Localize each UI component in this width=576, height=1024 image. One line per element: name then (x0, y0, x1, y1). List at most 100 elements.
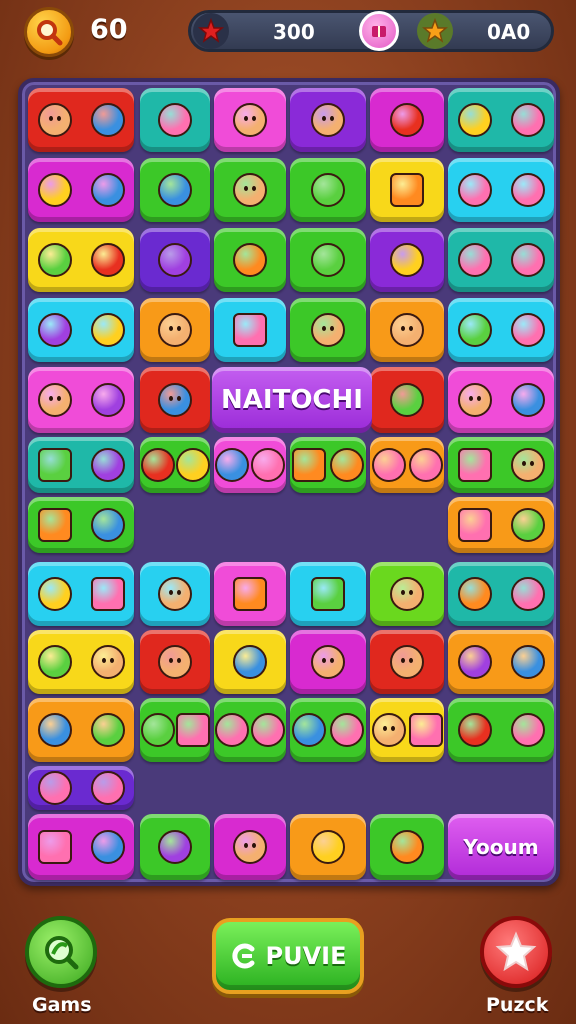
blue-bottle-icon (158, 173, 192, 207)
leaf-icon (457, 313, 492, 347)
swirl-icon (510, 577, 545, 611)
crystal-icon (457, 645, 492, 679)
board-tile[interactable] (214, 814, 286, 880)
games-button[interactable] (25, 916, 97, 988)
board-tile[interactable] (370, 437, 444, 493)
gift-resource-icon[interactable] (359, 11, 399, 51)
block-icon (457, 448, 492, 482)
flower-icon (510, 313, 545, 347)
board-tile[interactable] (214, 158, 286, 222)
board-tile[interactable] (214, 437, 286, 493)
board-tile[interactable] (140, 367, 210, 433)
board-tile[interactable] (448, 228, 554, 292)
board-tile[interactable] (448, 158, 554, 222)
tomato-icon (457, 713, 492, 747)
board-tile[interactable] (140, 437, 210, 493)
board-tile[interactable] (290, 562, 366, 626)
pyramid-icon (311, 173, 345, 207)
board-tile[interactable] (28, 698, 134, 762)
board-tile[interactable] (28, 88, 134, 152)
board-tile[interactable] (290, 437, 366, 493)
board-tile[interactable] (370, 88, 444, 152)
puzzle-button[interactable] (480, 916, 552, 988)
board-tile[interactable] (214, 698, 286, 762)
board-tile[interactable] (28, 562, 134, 626)
board-tile[interactable] (140, 814, 210, 880)
board-tile[interactable] (28, 814, 134, 880)
umbrella-icon (510, 103, 545, 137)
board-tile[interactable] (448, 698, 554, 762)
star-resource-icon (193, 13, 229, 49)
board-tile[interactable] (290, 814, 366, 880)
board-tile[interactable] (370, 698, 444, 762)
board-tile[interactable] (370, 298, 444, 362)
board-tile[interactable] (290, 298, 366, 362)
board-tile[interactable] (28, 158, 134, 222)
board-tile[interactable] (448, 562, 554, 626)
board-tile[interactable] (140, 698, 210, 762)
carrot-icon (233, 243, 267, 277)
eye-icon (292, 713, 326, 747)
board-tile[interactable] (370, 228, 444, 292)
plant-icon (510, 508, 545, 542)
games-icon (45, 936, 79, 970)
fox-face-icon (311, 103, 345, 137)
search-button[interactable] (24, 7, 74, 57)
board-tile[interactable] (290, 228, 366, 292)
leaf-icon (37, 645, 72, 679)
board-tile[interactable] (140, 630, 210, 694)
orange-drop-icon (37, 713, 72, 747)
board-tile[interactable] (140, 88, 210, 152)
board-tile[interactable] (290, 158, 366, 222)
board-tile[interactable] (448, 88, 554, 152)
board-tile[interactable] (140, 158, 210, 222)
play-label: PUVIE (265, 942, 347, 970)
board-tile[interactable] (290, 88, 366, 152)
basket-icon (390, 173, 424, 207)
banner-center-tile[interactable]: NAITOCHI (212, 367, 372, 433)
board-tile[interactable] (28, 630, 134, 694)
green-blob-icon (311, 243, 345, 277)
board-tile[interactable] (28, 367, 134, 433)
board-tile[interactable] (214, 228, 286, 292)
board-tile[interactable] (370, 814, 444, 880)
board-tile[interactable] (448, 630, 554, 694)
sun-icon (457, 103, 492, 137)
flower-icon (510, 713, 545, 747)
board-tile[interactable] (140, 298, 210, 362)
board-tile[interactable] (448, 497, 554, 553)
play-button[interactable]: PUVIE (212, 918, 364, 994)
board-tile[interactable] (28, 437, 134, 493)
board-tile[interactable] (370, 158, 444, 222)
board-tile[interactable] (290, 630, 366, 694)
board-tile[interactable] (448, 437, 554, 493)
board-tile[interactable] (370, 630, 444, 694)
green-splat-icon (390, 383, 424, 417)
banner-center-label: NAITOCHI (221, 385, 363, 415)
board-tile[interactable] (214, 298, 286, 362)
board-tile[interactable] (28, 298, 134, 362)
board-tile[interactable] (290, 698, 366, 762)
berry-icon (90, 243, 125, 277)
green-cube-icon (37, 448, 72, 482)
planet-icon (215, 713, 249, 747)
teal-drop-icon (233, 645, 267, 679)
shield-icon (140, 448, 175, 482)
board-tile[interactable] (28, 497, 134, 553)
board-tile[interactable] (214, 562, 286, 626)
brown-face-icon (37, 103, 72, 137)
board-tile[interactable] (140, 228, 210, 292)
board-tile[interactable] (370, 367, 444, 433)
board-tile[interactable] (214, 630, 286, 694)
board-tile[interactable] (28, 766, 134, 810)
board-tile[interactable] (28, 228, 134, 292)
orange-drop-icon (90, 830, 125, 864)
board-tile[interactable] (140, 562, 210, 626)
board-tile[interactable] (214, 88, 286, 152)
board-tile[interactable] (448, 298, 554, 362)
banner-bottom-right-tile[interactable]: Yooum (448, 814, 554, 880)
board-tile[interactable] (370, 562, 444, 626)
board-tile[interactable] (448, 367, 554, 433)
bag-icon (233, 313, 267, 347)
orange-cube-icon (37, 508, 72, 542)
